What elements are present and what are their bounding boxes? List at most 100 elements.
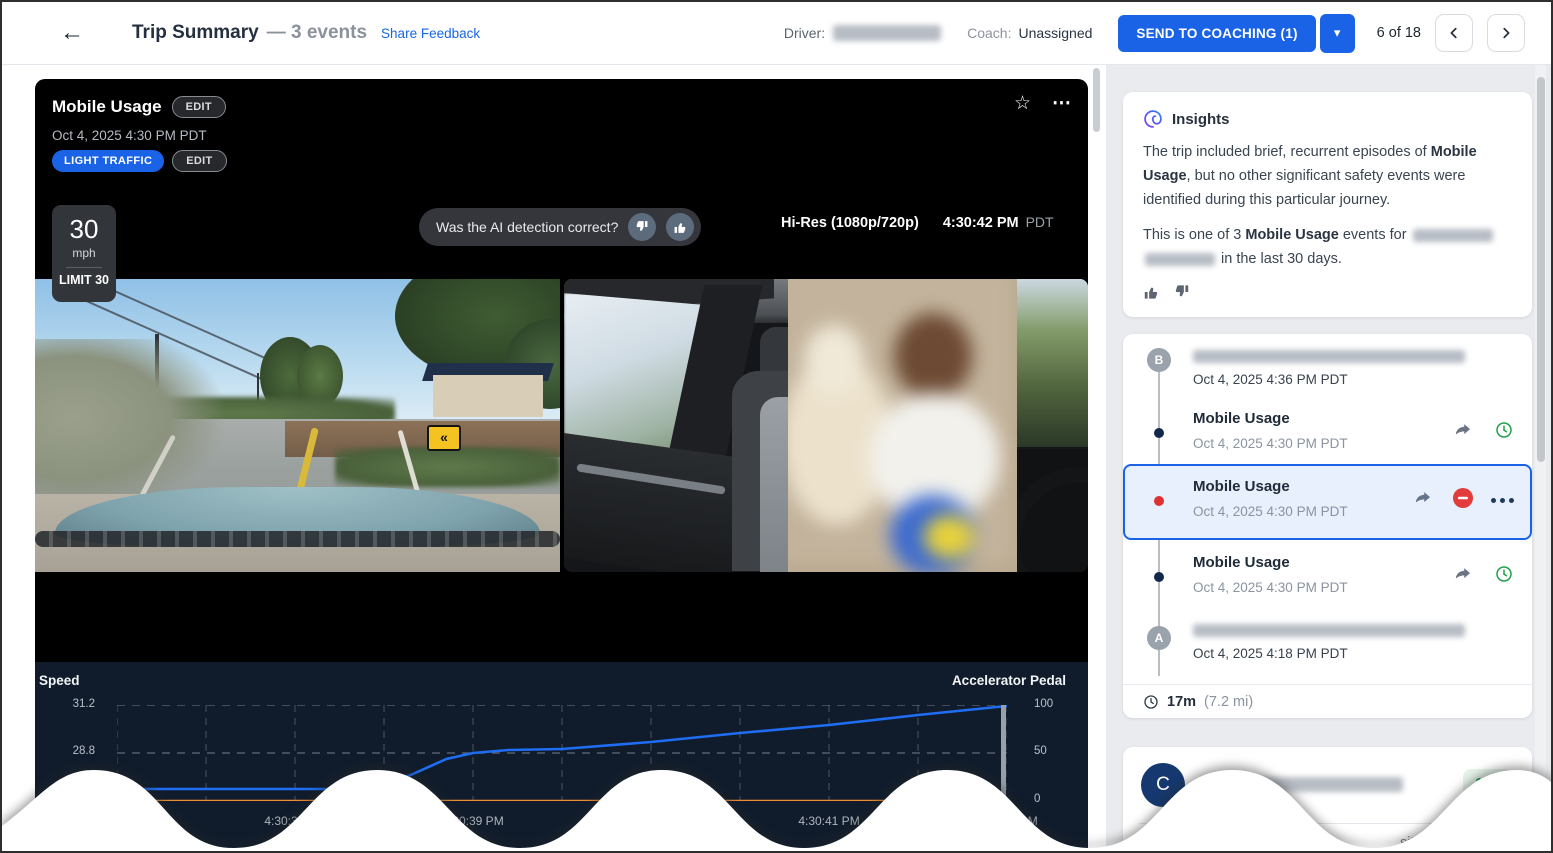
x-axis-tick: 4:30:41 PM bbox=[798, 814, 859, 828]
stop-marker-a: A bbox=[1147, 626, 1171, 650]
speed-widget: 30 mph LIMIT 30 bbox=[52, 205, 116, 302]
event-more-options-icon[interactable] bbox=[1491, 498, 1514, 503]
event-dot bbox=[1154, 572, 1164, 582]
driver-name-redacted bbox=[1203, 777, 1403, 792]
driver-score-card: C 100 sitivity bbox=[1123, 747, 1532, 853]
timeline-divider bbox=[1123, 684, 1532, 685]
event-row-selected[interactable]: Mobile Usage Oct 4, 2025 4:30 PM PDT bbox=[1123, 464, 1532, 540]
chevron-left-icon bbox=[1447, 26, 1461, 40]
shrubs bbox=[335, 447, 560, 487]
trip-timeline-card: B Oct 4, 2025 4:36 PM PDT Mobile Usage O… bbox=[1123, 334, 1532, 718]
chevron-right-icon bbox=[1499, 26, 1513, 40]
send-to-coaching-button[interactable]: SEND TO COACHING (1) bbox=[1118, 15, 1315, 52]
playback-time: 4:30:42 PMPDT bbox=[943, 214, 1054, 231]
video-strip: « bbox=[35, 279, 1088, 572]
left-axis-tick: 31.2 bbox=[59, 698, 95, 710]
main-scrollbar-thumb[interactable] bbox=[1093, 68, 1100, 132]
event-row-title: Mobile Usage bbox=[1193, 478, 1290, 495]
share-event-button[interactable] bbox=[1453, 564, 1473, 587]
insights-title: Insights bbox=[1172, 111, 1230, 128]
edit-event-label-button[interactable]: EDIT bbox=[172, 96, 226, 118]
event-row-time: Oct 4, 2025 4:30 PM PDT bbox=[1193, 504, 1348, 519]
trip-duration: 17m bbox=[1167, 694, 1196, 710]
insights-card: Insights The trip included brief, recurr… bbox=[1123, 92, 1532, 317]
thumbs-up-icon bbox=[673, 220, 687, 234]
back-arrow-icon[interactable]: ← bbox=[54, 20, 90, 46]
clock-icon bbox=[1143, 694, 1159, 710]
share-icon bbox=[1453, 420, 1473, 440]
event-title: Mobile Usage bbox=[52, 97, 162, 117]
blurred-detail bbox=[924, 515, 974, 559]
previous-event-button[interactable] bbox=[1435, 14, 1473, 52]
speed-unit: mph bbox=[52, 246, 116, 260]
x-axis-tick: 4:30:38 PM bbox=[264, 814, 325, 828]
video-resolution: Hi-Res (1080p/720p) bbox=[781, 215, 919, 231]
page-title: Trip Summary bbox=[132, 22, 259, 44]
wiper-cowl bbox=[35, 531, 560, 547]
chevron-road-sign: « bbox=[427, 425, 461, 451]
right-axis-tick: 50 bbox=[1034, 745, 1047, 757]
insights-thumbs-down-button[interactable] bbox=[1174, 284, 1190, 303]
right-axis-tick: 0 bbox=[1034, 793, 1040, 805]
coaching-dropdown-button[interactable]: ▾ bbox=[1320, 14, 1355, 53]
share-event-button[interactable] bbox=[1413, 488, 1433, 511]
sidebar-scrollbar-track[interactable] bbox=[1535, 64, 1546, 851]
ai-thumbs-down-button[interactable] bbox=[628, 213, 656, 241]
insights-paragraph-2: This is one of 3 Mobile Usage events for… bbox=[1143, 223, 1512, 271]
trip-distance: (7.2 mi) bbox=[1204, 694, 1253, 710]
privacy-blur-region bbox=[788, 279, 1017, 572]
event-review-clock-button[interactable] bbox=[1494, 564, 1514, 587]
traffic-condition-badge[interactable]: LIGHT TRAFFIC bbox=[52, 150, 164, 172]
event-row-time: Oct 4, 2025 4:30 PM PDT bbox=[1193, 580, 1348, 595]
edit-traffic-button[interactable]: EDIT bbox=[172, 150, 226, 172]
front-camera-view[interactable]: « bbox=[35, 279, 560, 572]
speed-limit: LIMIT 30 bbox=[52, 273, 116, 287]
event-review-clock-button[interactable] bbox=[1494, 420, 1514, 443]
coach-label: Coach: bbox=[967, 25, 1011, 41]
clock-green-icon bbox=[1494, 564, 1514, 584]
chart-right-title: Accelerator Pedal bbox=[952, 673, 1066, 688]
thumbs-up-icon bbox=[1143, 284, 1159, 300]
event-dot bbox=[1154, 428, 1164, 438]
truncated-label: sitivity bbox=[1400, 835, 1439, 851]
next-event-button[interactable] bbox=[1487, 14, 1525, 52]
event-player-panel: Mobile Usage EDIT Oct 4, 2025 4:30 PM PD… bbox=[35, 79, 1088, 853]
clock-green-icon bbox=[1494, 420, 1514, 440]
sidebar-scrollbar-thumb[interactable] bbox=[1537, 77, 1545, 462]
star-icon[interactable]: ☆ bbox=[1014, 92, 1031, 115]
blurred-occupants bbox=[788, 279, 1017, 572]
selected-event-dot bbox=[1154, 496, 1164, 506]
x-axis-tick: 4:30:39 PM bbox=[442, 814, 503, 828]
pagination-counter: 6 of 18 bbox=[1377, 25, 1421, 41]
x-axis-tick: 4:30:42 PM bbox=[976, 814, 1037, 828]
top-bar-right: Driver: Coach: Unassigned SEND TO COACHI… bbox=[784, 14, 1551, 53]
driver-name-redacted bbox=[1145, 253, 1215, 266]
share-event-button[interactable] bbox=[1453, 420, 1473, 443]
speed-divider bbox=[66, 267, 102, 268]
ai-thumbs-up-button[interactable] bbox=[666, 213, 694, 241]
insights-thumbs-up-button[interactable] bbox=[1143, 284, 1159, 303]
x-axis-tick: 4:30:40 PM bbox=[620, 814, 681, 828]
speed-value: 30 bbox=[52, 214, 116, 245]
stop-time-b: Oct 4, 2025 4:36 PM PDT bbox=[1193, 372, 1348, 387]
share-feedback-link[interactable]: Share Feedback bbox=[381, 26, 480, 41]
house bbox=[433, 375, 543, 417]
event-row[interactable]: Mobile Usage Oct 4, 2025 4:30 PM PDT bbox=[1123, 550, 1532, 608]
more-options-icon[interactable]: ⋯ bbox=[1052, 92, 1072, 115]
right-window-foliage bbox=[1017, 279, 1088, 447]
events-count: — 3 events bbox=[267, 22, 367, 44]
telemetry-plot[interactable] bbox=[117, 705, 1007, 801]
dismiss-event-button[interactable] bbox=[1451, 486, 1475, 513]
x-axis-tick: 4:30:37 PM bbox=[86, 814, 147, 828]
share-icon bbox=[1453, 564, 1473, 584]
playback-timezone: PDT bbox=[1026, 214, 1054, 230]
driver-label: Driver: bbox=[784, 25, 825, 41]
thumbs-down-icon bbox=[1174, 284, 1190, 300]
minus-circle-icon bbox=[1451, 486, 1475, 510]
driver-avatar: C bbox=[1141, 763, 1185, 807]
event-row[interactable]: Mobile Usage Oct 4, 2025 4:30 PM PDT bbox=[1123, 406, 1532, 464]
event-row-title: Mobile Usage bbox=[1193, 410, 1290, 427]
cabin-camera-view[interactable] bbox=[564, 279, 1088, 572]
right-axis-tick: 100 bbox=[1034, 698, 1053, 710]
blurred-driver-head bbox=[894, 313, 972, 399]
